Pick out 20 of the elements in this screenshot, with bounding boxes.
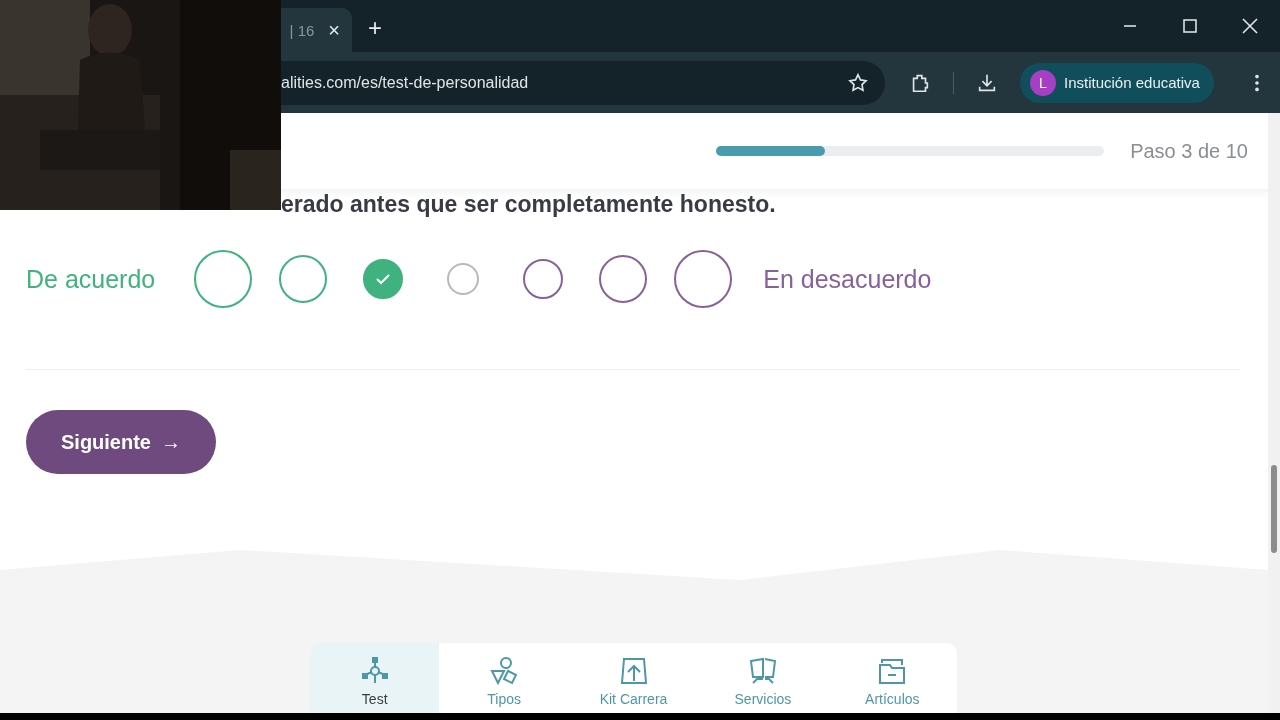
tab-title[interactable]: | 16	[289, 21, 315, 39]
nav-tab[interactable]: Test	[310, 643, 440, 713]
scrollbar[interactable]	[1268, 113, 1280, 713]
agree-label: De acuerdo	[26, 264, 156, 294]
profile-button[interactable]: L Institución educativa	[1020, 62, 1214, 103]
answer-radio[interactable]	[523, 259, 564, 299]
disagree-label: En desacuerdo	[763, 264, 932, 294]
answer-radio[interactable]	[279, 255, 328, 303]
star-icon[interactable]	[847, 71, 869, 94]
address-bar[interactable]: alities.com/es/test-de-personalidad	[281, 60, 885, 105]
question-text: erado antes que ser completamente honesto.	[280, 191, 777, 219]
answer-radio[interactable]	[674, 250, 733, 308]
new-tab-button[interactable]: +	[368, 14, 382, 42]
answer-radio[interactable]	[447, 263, 480, 295]
tab-close-button[interactable]: ×	[328, 18, 340, 42]
answer-radio[interactable]	[599, 255, 648, 303]
answer-radio[interactable]	[363, 259, 404, 299]
next-button[interactable]: Siguiente →	[26, 410, 216, 474]
step-counter: Paso 3 de 10	[1130, 139, 1248, 163]
answer-radio[interactable]	[194, 250, 253, 308]
